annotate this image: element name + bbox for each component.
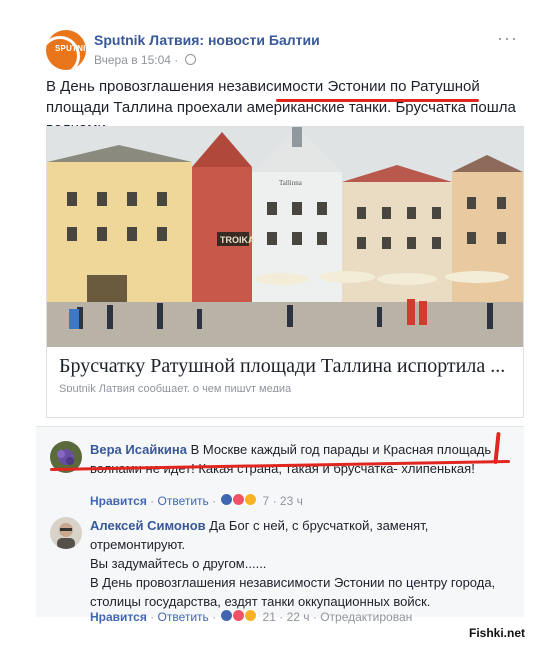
page-avatar[interactable]: SPUTNIK <box>46 30 86 70</box>
comment-line: В День провозглашения независимости Эсто… <box>90 575 496 590</box>
link-description: Sputnik Латвия сообщает, о чем пишут мед… <box>59 383 292 392</box>
like-link[interactable]: Нравится <box>90 494 147 508</box>
reactions-count[interactable]: 7 <box>263 494 270 508</box>
watermark: Fishki.net <box>468 626 525 640</box>
sputnik-logo-text: SPUTNIK <box>55 44 86 53</box>
comment-body: Вера Исайкина В Москве каждый год парады… <box>90 440 510 478</box>
haha-reaction-icon <box>244 609 258 622</box>
facebook-post: SPUTNIK Sputnik Латвия: новости Балтии В… <box>36 16 524 624</box>
love-reaction-icon <box>231 609 245 622</box>
like-reaction-icon <box>219 609 233 622</box>
link-preview-card[interactable]: TROIKA Tallinna Брусчатку Ратушной площа… <box>46 126 524 418</box>
comment-actions: Нравится · Ответить · 7 · 23 ч <box>90 493 303 508</box>
like-reaction-icon <box>219 493 233 506</box>
photo-house-sign: Tallinna <box>279 179 303 187</box>
meta-separator: · <box>174 53 179 67</box>
annotation-underline <box>276 99 479 102</box>
globe-icon <box>184 54 196 65</box>
edited-label: Отредактирован <box>320 610 413 624</box>
post-meta: Вчера в 15:04 · <box>94 53 196 67</box>
love-reaction-icon <box>231 493 245 506</box>
comment-line: Да Бог с ней, с брусчаткой, заменят, <box>209 518 429 533</box>
person-avatar-icon <box>50 517 82 549</box>
comment-body: Алексей Симонов Да Бог с ней, с брусчатк… <box>90 516 510 611</box>
haha-reaction-icon <box>244 493 258 506</box>
sputnik-logo-orbit <box>46 36 80 70</box>
comment-time[interactable]: 23 ч <box>280 494 303 508</box>
reply-link[interactable]: Ответить <box>158 494 209 508</box>
comment-avatar[interactable] <box>50 517 82 549</box>
reply-link[interactable]: Ответить <box>158 610 209 624</box>
more-options-icon[interactable]: ··· <box>497 28 518 49</box>
comment-author[interactable]: Вера Исайкина <box>90 442 187 457</box>
link-title[interactable]: Брусчатку Ратушной площади Таллина испор… <box>59 355 505 378</box>
comment-author[interactable]: Алексей Симонов <box>90 518 206 533</box>
post-timestamp[interactable]: Вчера в 15:04 <box>94 53 171 67</box>
comment-line: отремонтируют. <box>90 537 186 552</box>
reactions-count[interactable]: 21 <box>263 610 276 624</box>
comments-section: Вера Исайкина В Москве каждый год парады… <box>36 426 524 624</box>
comment-time[interactable]: 22 ч <box>287 610 310 624</box>
comment-line: Вы задумайтесь о другом...... <box>90 556 267 571</box>
page-name-link[interactable]: Sputnik Латвия: новости Балтии <box>94 32 320 48</box>
link-preview-photo[interactable]: TROIKA Tallinna <box>47 127 523 347</box>
like-link[interactable]: Нравится <box>90 610 147 624</box>
comment-actions: Нравится · Ответить · 21 · 22 ч · Отреда… <box>90 609 413 624</box>
photo-restaurant-sign: TROIKA <box>220 235 255 245</box>
